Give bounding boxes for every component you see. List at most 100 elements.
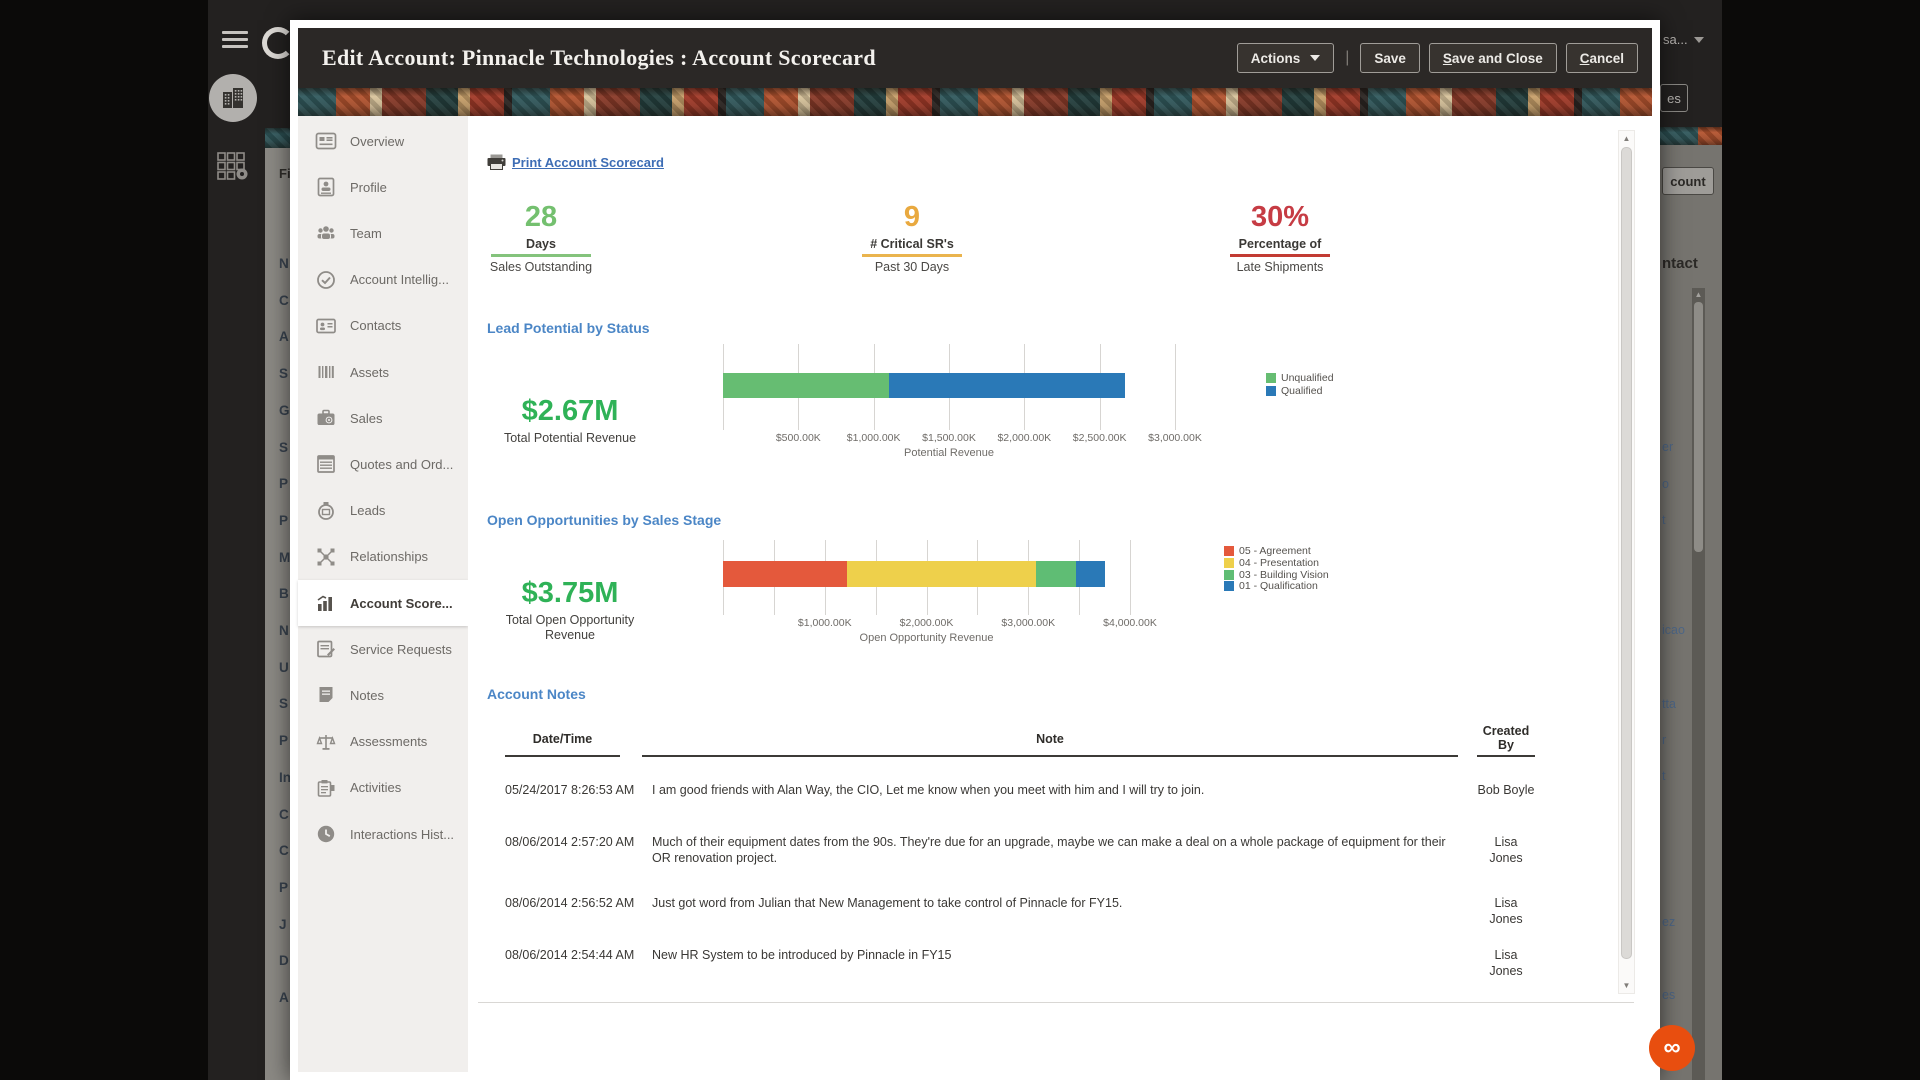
history-icon (315, 823, 337, 845)
column-header-datetime: Date/Time (532, 732, 593, 746)
sidebar-item-relationships[interactable]: Relationships (298, 534, 468, 580)
legend-swatch (1224, 581, 1234, 592)
bar-segment-03-building-vision (1036, 561, 1077, 587)
background-scrollbar[interactable]: ▲ (1692, 288, 1705, 1080)
sidebar-item-notes[interactable]: Notes (298, 672, 468, 718)
scroll-down-icon[interactable]: ▼ (1619, 981, 1634, 990)
company-avatar[interactable] (209, 74, 257, 122)
background-row-partial: D (279, 953, 289, 969)
background-row-partial: B (279, 586, 289, 602)
service-icon (315, 638, 337, 660)
printer-icon (487, 154, 506, 170)
sidebar-item-activities[interactable]: Activities (298, 765, 468, 811)
print-account-scorecard-link[interactable]: Print Account Scorecard (487, 154, 664, 170)
sidebar-item-account-intellig[interactable]: Account Intellig... (298, 257, 468, 303)
total-open-opportunity-label: Total Open Opportunity Revenue (505, 613, 635, 642)
background-row-partial: t (1662, 513, 1666, 527)
legend-item: Unqualified (1266, 372, 1334, 384)
axis-tick-label: $1,000.00K (797, 617, 852, 629)
toolbar-divider: | (1345, 49, 1350, 66)
background-row-partial: M (279, 549, 291, 565)
lead-potential-summary: $2.67M Total Potential Revenue (485, 396, 655, 446)
background-row-partial: P (279, 476, 289, 492)
legend-item: Qualified (1266, 385, 1322, 397)
sidebar-item-team[interactable]: Team (298, 210, 468, 256)
legend-item: 05 - Agreement (1224, 545, 1311, 557)
sidebar-item-contacts[interactable]: Contacts (298, 303, 468, 349)
column-header-note: Note (1036, 732, 1064, 746)
scrollbar-thumb[interactable] (1621, 147, 1632, 959)
background-button-partial[interactable]: es (1660, 84, 1688, 112)
background-row-partial: P (279, 879, 289, 895)
save-button[interactable]: Save (1360, 43, 1420, 73)
kpi-label-bottom: Late Shipments (1236, 260, 1324, 274)
note-datetime: 08/06/2014 2:56:52 AM (505, 896, 635, 910)
chart-gridline (1175, 344, 1176, 430)
bar-segment-01-qualification (1076, 561, 1105, 587)
note-created-by: Lisa Jones (1489, 835, 1523, 865)
axis-tick-label: $2,000.00K (997, 432, 1052, 444)
background-row-partial: es (1662, 988, 1676, 1002)
cancel-button[interactable]: Cancel (1565, 43, 1638, 73)
edit-account-modal: Edit Account: Pinnacle Technologies : Ac… (290, 20, 1660, 1080)
menu-icon[interactable] (222, 31, 248, 52)
axis-tick-label: $4,000.00K (1103, 617, 1157, 629)
header-rule (1477, 755, 1535, 757)
background-row-partial: C (279, 843, 289, 859)
app-grid-icon[interactable] (216, 151, 250, 186)
sidebar-item-account-score[interactable]: Account Score... (298, 580, 468, 626)
sidebar-item-sales[interactable]: Sales (298, 395, 468, 441)
leads-icon (315, 500, 337, 522)
profile-icon (315, 176, 337, 198)
sidebar-item-leads[interactable]: Leads (298, 488, 468, 534)
note-created-by: Lisa Jones (1489, 948, 1523, 978)
sidebar-item-interactions-hist[interactable]: Interactions Hist... (298, 811, 468, 857)
background-row-partial: A (279, 990, 289, 1005)
sales-icon (315, 407, 337, 429)
sidebar-item-assets[interactable]: Assets (298, 349, 468, 395)
note-datetime: 08/06/2014 2:54:44 AM (505, 948, 635, 962)
modal-sidebar: Overview Profile Team Account Intellig..… (298, 116, 469, 1072)
background-column-header-partial: ntact (1662, 255, 1698, 272)
sidebar-item-profile[interactable]: Profile (298, 164, 468, 210)
contacts-icon (315, 315, 337, 337)
sidebar-item-service-requests[interactable]: Service Requests (298, 626, 468, 672)
scroll-up-icon[interactable]: ▲ (1619, 134, 1634, 143)
background-account-button-partial[interactable]: count (1662, 167, 1714, 195)
user-menu-partial[interactable]: sa... (1663, 32, 1704, 47)
relationships-icon (315, 546, 337, 568)
kpi-days: 28 Days Sales Outstanding (461, 201, 621, 274)
background-row-partial: N (279, 623, 289, 638)
legend-swatch (1266, 385, 1276, 396)
legend-swatch (1224, 557, 1234, 568)
kpi-label-top: Days (526, 237, 556, 251)
sidebar-item-overview[interactable]: Overview (298, 118, 468, 164)
column-header-created-by: Created By (1482, 724, 1530, 752)
sidebar-item-assessments[interactable]: Assessments (298, 719, 468, 765)
modal-scrollbar[interactable]: ▲ ▼ (1618, 130, 1635, 994)
background-row-partial: P (279, 733, 289, 749)
legend-swatch (1224, 546, 1234, 556)
section-heading-account-notes: Account Notes (487, 686, 586, 702)
open-opportunity-summary: $3.75M Total Open Opportunity Revenue (485, 578, 655, 643)
overview-icon (315, 130, 337, 152)
actions-button[interactable]: Actions (1236, 43, 1335, 73)
assets-icon (315, 361, 337, 383)
modal-title: Edit Account: Pinnacle Technologies : Ac… (322, 45, 876, 70)
background-row-partial: P (279, 512, 289, 528)
chat-widget-button[interactable]: ∞ (1649, 1025, 1695, 1071)
save-and-close-button[interactable]: Save and Close (1428, 43, 1557, 73)
kpi-percentage-of: 30% Percentage of Late Shipments (1200, 201, 1360, 274)
intelligence-icon (315, 269, 337, 291)
total-potential-revenue-value: $2.67M (521, 395, 619, 427)
total-potential-revenue-label: Total Potential Revenue (503, 431, 637, 445)
bar-segment-unqualified (723, 373, 889, 398)
kpi-underline (862, 254, 962, 257)
kpi-underline (1230, 254, 1330, 257)
bar-segment-qualified (888, 373, 1126, 398)
kpi-underline (491, 254, 591, 257)
sidebar-item-quotes-and-ord[interactable]: Quotes and Ord... (298, 441, 468, 487)
kpi-label-top: # Critical SR's (870, 237, 954, 251)
background-partial-label: Fi (279, 166, 291, 181)
legend-item: 01 - Qualification (1224, 580, 1318, 592)
